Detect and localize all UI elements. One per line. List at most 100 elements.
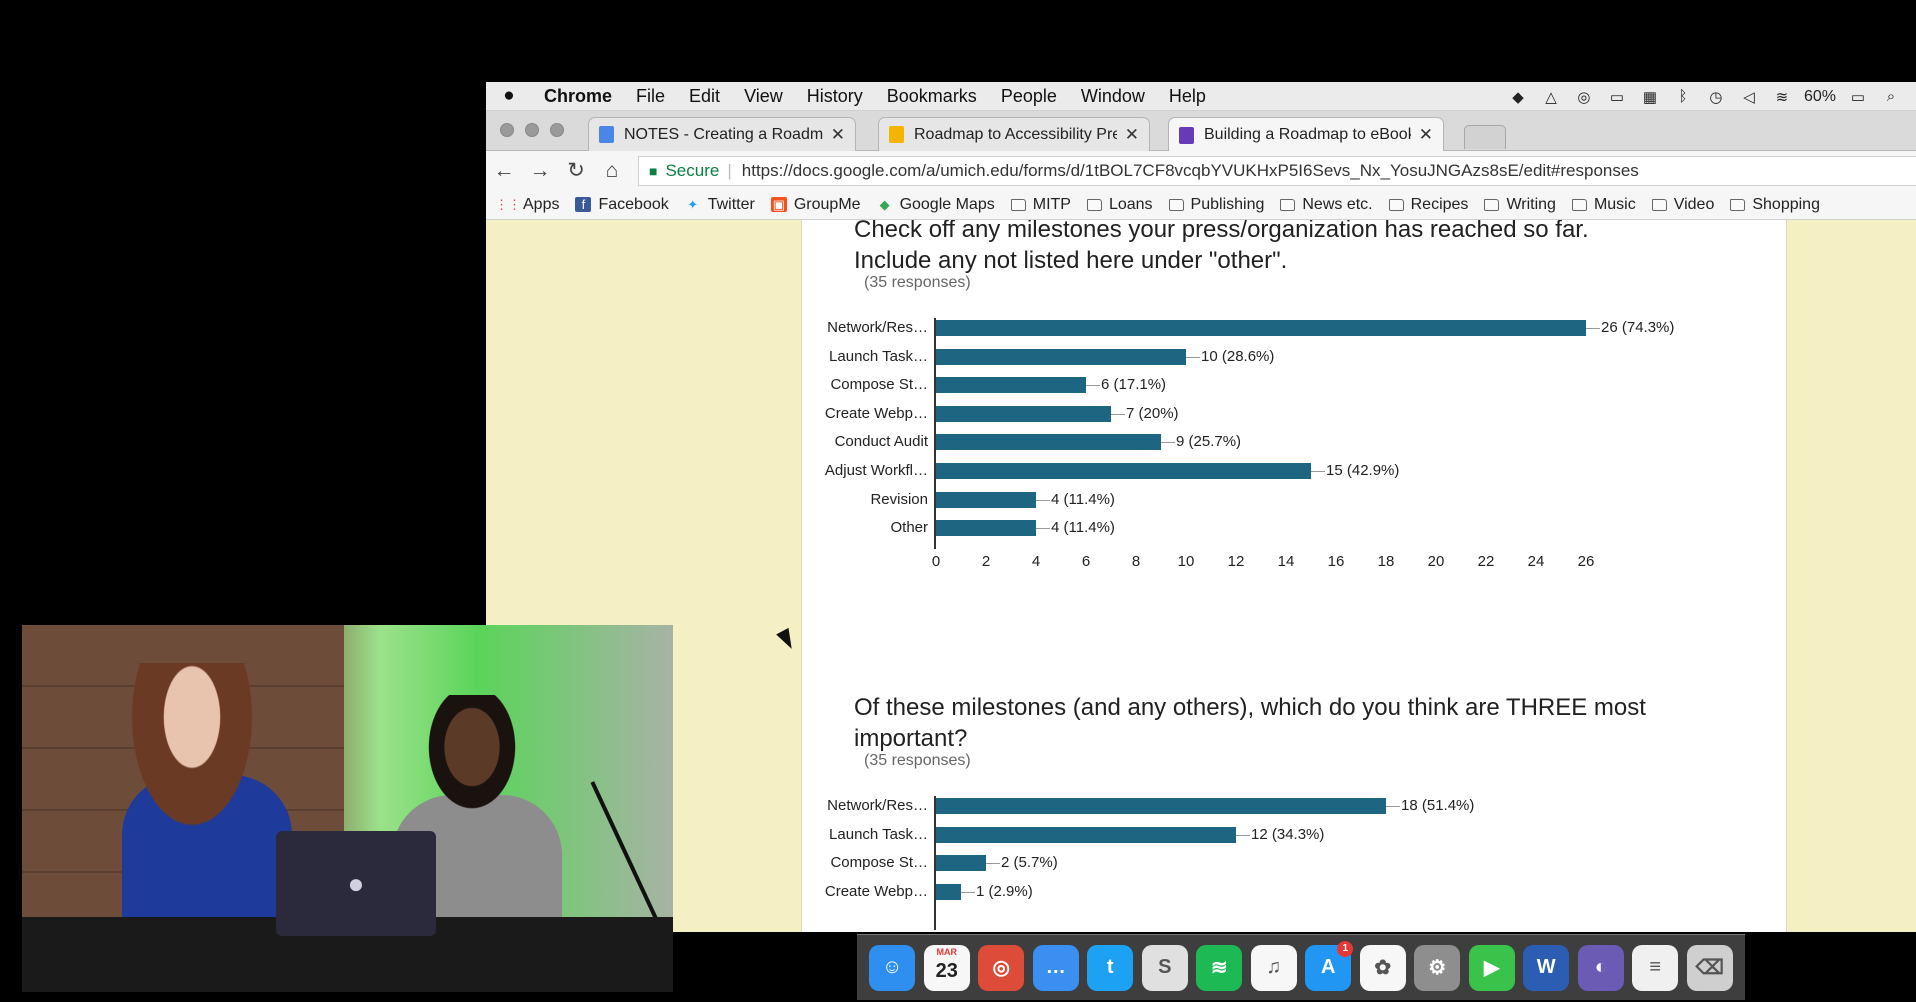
dropbox-icon[interactable]: ◆ <box>1507 88 1529 106</box>
tab-notes[interactable]: NOTES - Creating a Roadmap t ✕ <box>588 117 856 151</box>
battery-icon[interactable]: ▭ <box>1847 88 1869 106</box>
keyboard-icon[interactable]: ▦ <box>1639 88 1661 106</box>
chart-bar[interactable] <box>936 348 1186 365</box>
x-tick-label: 24 <box>1527 552 1545 570</box>
menu-help[interactable]: Help <box>1157 86 1218 107</box>
tab-close-icon[interactable]: ✕ <box>1125 125 1139 145</box>
data-label: 15 (42.9%) <box>1326 462 1400 479</box>
menu-people[interactable]: People <box>989 86 1069 107</box>
data-label: 7 (20%) <box>1126 404 1179 422</box>
bookmark-music[interactable]: Music <box>1571 196 1636 214</box>
chart-bar[interactable] <box>936 463 1311 479</box>
data-label: 9 (25.7%) <box>1176 433 1242 451</box>
photos-icon[interactable]: ✿ <box>1359 944 1406 991</box>
new-tab-button[interactable] <box>1464 125 1506 149</box>
bookmark-news-etc[interactable]: News etc. <box>1280 196 1373 214</box>
menu-view[interactable]: View <box>732 86 795 107</box>
window-close-light[interactable] <box>500 123 514 137</box>
chart-bar[interactable] <box>936 520 1036 537</box>
documents-icon[interactable]: ≡ <box>1632 944 1679 991</box>
wifi-icon[interactable]: ≋ <box>1771 88 1793 106</box>
facetime-icon[interactable]: ▶ <box>1468 944 1515 991</box>
chart-bar[interactable] <box>936 434 1161 451</box>
google-drive-icon[interactable]: △ <box>1540 88 1562 106</box>
bookmark-video[interactable]: Video <box>1651 196 1714 214</box>
category-label: Conduct Audit <box>834 433 928 451</box>
menu-bookmarks[interactable]: Bookmarks <box>875 86 989 107</box>
chart-bar[interactable] <box>936 883 961 900</box>
spotlight-search-icon[interactable]: ⌕ <box>1880 88 1902 106</box>
tab-close-icon[interactable]: ✕ <box>831 125 845 145</box>
back-arrow-icon[interactable]: ← <box>486 159 522 183</box>
bookmark-label: MITP <box>1032 195 1071 213</box>
trash-icon[interactable]: ⌫ <box>1686 944 1733 991</box>
bookmark-label: Shopping <box>1752 195 1820 213</box>
bookmark-label: Publishing <box>1190 195 1265 213</box>
page-viewport[interactable]: Check off any milestones your press/orga… <box>486 220 1916 932</box>
chrome-icon[interactable]: ◎ <box>978 944 1025 991</box>
bluetooth-icon[interactable]: ᛒ <box>1672 88 1694 106</box>
bookmark-writing[interactable]: Writing <box>1484 196 1556 214</box>
apple-menu-icon[interactable]: ● <box>486 85 532 107</box>
scrivener-icon[interactable]: S <box>1141 944 1188 991</box>
google-maps-icon: ◆ <box>879 196 890 212</box>
x-tick-label: 26 <box>1577 552 1595 570</box>
airplay-icon[interactable]: ▭ <box>1606 88 1628 106</box>
data-label-leader <box>1086 385 1100 387</box>
data-label-leader <box>1236 834 1250 836</box>
spotify-icon[interactable]: ≋ <box>1196 944 1243 991</box>
window-minimize-light[interactable] <box>525 123 539 137</box>
forward-arrow-icon[interactable]: → <box>522 159 558 183</box>
bookmark-mitp[interactable]: MITP <box>1010 195 1071 214</box>
calendar-icon[interactable]: MAR 23 <box>923 944 970 991</box>
tab-close-icon[interactable]: ✕ <box>1419 125 1433 145</box>
system-preferences-icon[interactable]: ⚙ <box>1414 944 1461 991</box>
twitter-icon[interactable]: t <box>1087 944 1134 991</box>
menu-edit[interactable]: Edit <box>677 86 732 107</box>
reload-icon[interactable]: ↻ <box>558 158 594 183</box>
chart-bar[interactable] <box>936 798 1386 814</box>
bookmarks-bar: ⋮⋮ Apps f Facebook ✦ Twitter ▣ GroupMe ◆ Google M… <box>486 190 1916 220</box>
bookmark-twitter[interactable]: ✦ Twitter <box>685 196 755 214</box>
data-label: 12 (34.3%) <box>1251 825 1325 843</box>
cyberduck-icon[interactable]: ◐ <box>1577 944 1624 991</box>
chart-bar[interactable] <box>936 826 1236 843</box>
itunes-icon[interactable]: ♫ <box>1250 944 1297 991</box>
tab-building-roadmap[interactable]: Building a Roadmap to eBook A ✕ <box>1168 117 1444 152</box>
stage: ● Chrome File Edit View History Bookmark… <box>0 0 1916 1002</box>
volume-icon[interactable]: ◁ <box>1738 88 1760 106</box>
folder-icon <box>1484 198 1500 211</box>
finder-icon[interactable]: ☺ <box>869 944 916 991</box>
chart-bar[interactable] <box>936 405 1111 422</box>
google-forms-icon <box>1179 126 1194 144</box>
menu-window[interactable]: Window <box>1069 86 1157 107</box>
window-zoom-light[interactable] <box>550 123 564 137</box>
app-store-icon[interactable]: A1 <box>1305 940 1354 991</box>
bookmark-apps[interactable]: ⋮⋮ Apps <box>495 196 559 214</box>
bookmark-recipes[interactable]: Recipes <box>1388 196 1468 214</box>
bookmark-loans[interactable]: Loans <box>1086 196 1153 214</box>
menu-file[interactable]: File <box>624 86 677 107</box>
menu-history[interactable]: History <box>795 86 875 107</box>
category-label: Launch Task… <box>829 347 928 365</box>
chart-bar[interactable] <box>936 320 1586 336</box>
word-icon[interactable]: W <box>1523 944 1570 991</box>
address-bar[interactable]: ■ Secure | https://docs.google.com/a/umi… <box>638 155 1916 186</box>
chart-bar[interactable] <box>936 491 1036 508</box>
creative-cloud-icon[interactable]: ◎ <box>1573 88 1595 106</box>
bookmark-facebook[interactable]: f Facebook <box>575 196 669 214</box>
home-icon[interactable]: ⌂ <box>594 159 630 183</box>
bookmark-google-maps[interactable]: ◆ Google Maps <box>877 196 995 214</box>
chart-bar[interactable] <box>936 377 1086 394</box>
data-label-leader <box>1586 328 1600 329</box>
time-machine-icon[interactable]: ◷ <box>1705 88 1727 106</box>
bookmark-shopping[interactable]: Shopping <box>1730 196 1820 214</box>
notification-badge: 1 <box>1337 940 1354 957</box>
bookmark-publishing[interactable]: Publishing <box>1168 195 1265 214</box>
question-1-bar-chart: Network/Res… 26 (74.3%) Launch Task… 10 (28… <box>802 318 1788 570</box>
messenger-icon[interactable]: … <box>1032 944 1079 991</box>
menu-app[interactable]: Chrome <box>532 86 624 107</box>
bookmark-groupme[interactable]: ▣ GroupMe <box>770 196 861 214</box>
chart-bar[interactable] <box>936 855 986 872</box>
tab-roadmap-presentation[interactable]: Roadmap to Accessibility Pres ✕ <box>878 117 1150 151</box>
